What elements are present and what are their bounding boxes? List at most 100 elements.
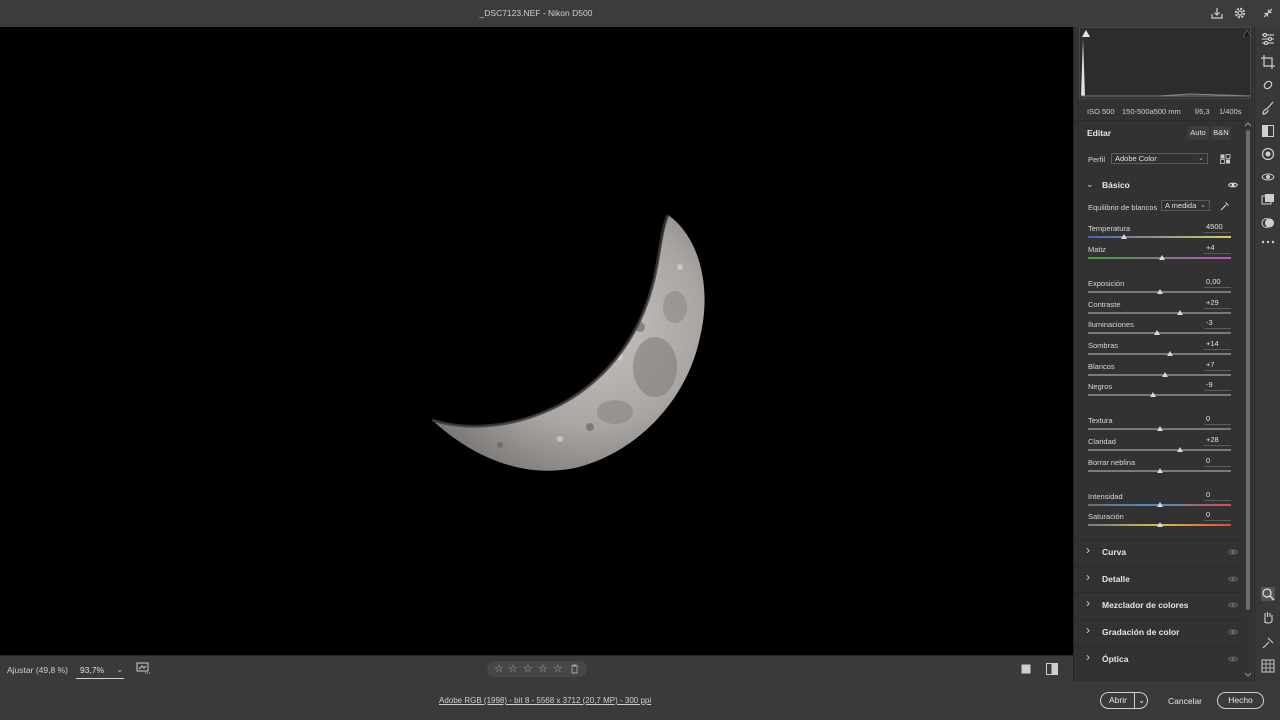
eye-icon[interactable] [1227, 600, 1239, 610]
matiz-slider-thumb[interactable] [1159, 255, 1166, 260]
more-icon[interactable] [1261, 235, 1275, 249]
before-after-icon[interactable] [1046, 663, 1058, 677]
saturacion-label: Saturación [1088, 512, 1124, 521]
iluminaciones-label: Iluminaciones [1088, 320, 1134, 329]
star-icon[interactable]: ☆ [494, 662, 504, 675]
star-icon[interactable]: ☆ [553, 662, 563, 675]
star-icon[interactable]: ☆ [523, 662, 533, 675]
iluminaciones-value-field[interactable]: -3 [1204, 318, 1231, 329]
chevron-right-icon: › [1086, 543, 1090, 557]
chevron-down-icon[interactable]: ⌄ [1134, 693, 1148, 708]
section-gradacion-de-color[interactable]: › Gradación de color [1074, 619, 1244, 643]
hand-icon[interactable] [1261, 610, 1275, 624]
eye-icon[interactable] [1227, 547, 1239, 557]
gear-icon[interactable] [1233, 6, 1247, 20]
blancos-slider-track[interactable] [1088, 374, 1231, 376]
image-canvas[interactable] [0, 27, 1073, 655]
crop-icon[interactable] [1261, 55, 1275, 69]
profile-browser-icon[interactable] [1220, 154, 1231, 166]
zoom-icon[interactable] [1261, 587, 1275, 601]
snapshots-icon[interactable] [1261, 193, 1275, 207]
wb-select[interactable]: A medida ⌄ [1161, 200, 1210, 211]
intensidad-value-field[interactable]: 0 [1204, 490, 1231, 501]
negros-label: Negros [1088, 382, 1113, 391]
section-detalle[interactable]: › Detalle [1074, 566, 1244, 590]
eye-icon[interactable] [1227, 654, 1239, 664]
minimize-icon[interactable] [1261, 6, 1275, 20]
canvas-toolbar: Ajustar (49,8 %) 93,7% ⌄ ☆ ☆ ☆ ☆ ☆ [0, 655, 1073, 681]
section-optica[interactable]: › Óptica [1074, 646, 1244, 670]
done-button[interactable]: Hecho [1217, 692, 1264, 709]
iluminaciones-slider-thumb[interactable] [1154, 330, 1161, 335]
rating-stars: ☆ ☆ ☆ ☆ ☆ [487, 661, 587, 677]
section-curva[interactable]: › Curva [1074, 539, 1244, 563]
borrar-neblina-slider-thumb[interactable] [1156, 468, 1163, 473]
saturacion-slider-thumb[interactable] [1156, 522, 1163, 527]
save-icon[interactable] [1210, 6, 1224, 20]
grid-icon[interactable] [1261, 659, 1275, 673]
temperatura-slider-track[interactable] [1088, 236, 1231, 238]
matiz-value-field[interactable]: +4 [1204, 243, 1231, 254]
workflow-options-link[interactable]: Adobe RGB (1998) - bit 8 - 5568 x 3712 (… [439, 696, 651, 705]
claridad-slider-track[interactable] [1088, 449, 1231, 451]
eye-icon[interactable] [1227, 180, 1239, 190]
star-icon[interactable]: ☆ [508, 662, 518, 675]
eye-icon[interactable] [1227, 627, 1239, 637]
star-icon[interactable]: ☆ [538, 662, 548, 675]
basic-section-header[interactable]: ⌄ Básico [1074, 173, 1244, 197]
eyedropper-icon[interactable] [1220, 201, 1230, 213]
highlight-clipping-icon[interactable] [1242, 29, 1252, 39]
negros-slider-track[interactable] [1088, 394, 1231, 396]
saturacion-value-field[interactable]: 0 [1204, 510, 1231, 521]
open-button[interactable]: Abrir ⌄ [1100, 692, 1148, 709]
profile-label: Perfil [1088, 155, 1106, 164]
borrar-neblina-value-field[interactable]: 0 [1204, 456, 1231, 467]
healing-icon[interactable] [1261, 78, 1275, 92]
histogram-preview-icon[interactable] [136, 662, 150, 676]
sombras-slider-track[interactable] [1088, 353, 1231, 355]
redeye-icon[interactable] [1261, 170, 1275, 184]
panel-scrollbar[interactable] [1243, 120, 1253, 680]
exif-iso: ISO 500 [1087, 107, 1115, 116]
presets-icon[interactable] [1261, 216, 1275, 230]
temperatura-slider-thumb[interactable] [1120, 234, 1127, 239]
exposicion-slider-thumb[interactable] [1156, 289, 1163, 294]
negros-slider-thumb[interactable] [1150, 392, 1157, 397]
negros-value-field[interactable]: -9 [1204, 380, 1231, 391]
exif-lens: 150-500a500 mm [1122, 107, 1181, 116]
contraste-label: Contraste [1088, 300, 1121, 309]
radial-icon[interactable] [1261, 147, 1275, 161]
edit-panel: ISO 500 150-500a500 mm f/6,3 1/400s Edit… [1073, 27, 1253, 681]
edit-icon[interactable] [1261, 32, 1275, 46]
eye-icon[interactable] [1227, 574, 1239, 584]
claridad-value-field[interactable]: +28 [1204, 435, 1231, 446]
section-mezclador-de-colores[interactable]: › Mezclador de colores [1074, 592, 1244, 616]
shadow-clipping-icon[interactable] [1082, 30, 1090, 39]
auto-button[interactable]: Auto [1187, 126, 1209, 140]
temperatura-value-field[interactable]: 4500 [1204, 222, 1231, 233]
sombras-slider-thumb[interactable] [1166, 351, 1173, 356]
single-view-icon[interactable] [1021, 664, 1031, 676]
sombras-value-field[interactable]: +14 [1204, 339, 1231, 350]
sampler-icon[interactable] [1261, 636, 1275, 650]
trash-icon[interactable] [570, 664, 579, 677]
brush-icon[interactable] [1261, 101, 1275, 115]
wb-label: Equilibrio de blancos [1088, 203, 1158, 212]
profile-select[interactable]: Adobe Color ⌄ [1111, 153, 1208, 164]
contraste-value-field[interactable]: +29 [1204, 298, 1231, 309]
gradient-icon[interactable] [1261, 124, 1275, 138]
cancel-button[interactable]: Cancelar [1168, 696, 1202, 706]
intensidad-slider-thumb[interactable] [1156, 502, 1163, 507]
blancos-slider-thumb[interactable] [1161, 372, 1168, 377]
bw-button[interactable]: B&N [1211, 126, 1231, 140]
fit-zoom-label[interactable]: Ajustar (49,8 %) [7, 665, 68, 675]
textura-slider-thumb[interactable] [1156, 426, 1163, 431]
exposicion-value-field[interactable]: 0,00 [1204, 277, 1231, 288]
contraste-slider-track[interactable] [1088, 312, 1231, 314]
intensidad-label: Intensidad [1088, 492, 1123, 501]
zoom-select[interactable]: 93,7% ⌄ [76, 661, 124, 679]
textura-value-field[interactable]: 0 [1204, 414, 1231, 425]
claridad-slider-thumb[interactable] [1176, 447, 1183, 452]
contraste-slider-thumb[interactable] [1177, 310, 1184, 315]
blancos-value-field[interactable]: +7 [1204, 360, 1231, 371]
